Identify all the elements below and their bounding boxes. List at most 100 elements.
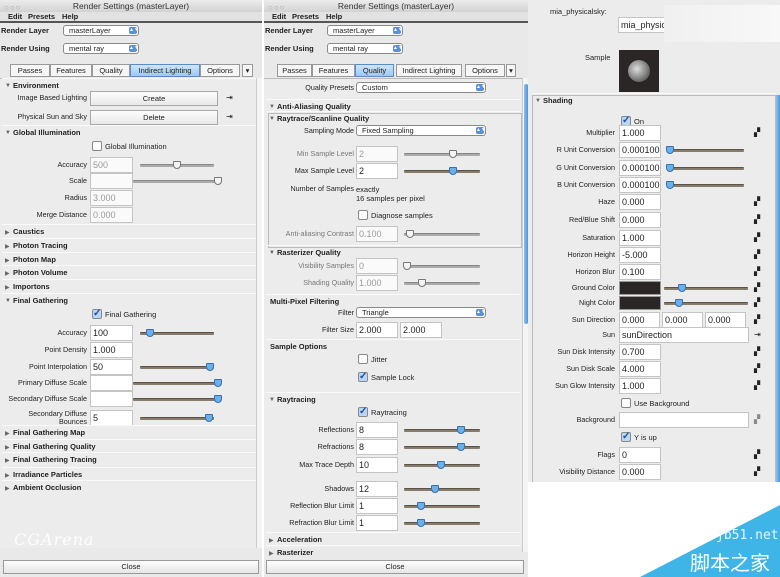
section-photon-tracing[interactable]: Photon Tracing (13, 241, 68, 250)
use-background-checkbox-label[interactable]: Use Background (634, 399, 689, 408)
secondary-diffuse-bounces-field[interactable]: 5 (90, 410, 133, 426)
raytracing-checkbox[interactable]: ✓ (358, 407, 368, 417)
menu-help[interactable]: Help (326, 12, 342, 22)
shading-quality-field[interactable]: 1.000 (356, 275, 398, 291)
expanded-arrow-icon[interactable]: ▼ (5, 83, 11, 89)
collapsed-arrow-icon[interactable]: ▶ (5, 270, 10, 277)
expanded-arrow-icon[interactable]: ▼ (269, 250, 275, 256)
map-texture-icon[interactable]: ▞ (754, 382, 760, 390)
render-using-dropdown[interactable]: mental ray ▲▼ (63, 43, 139, 54)
collapsed-arrow-icon[interactable]: ▶ (5, 472, 10, 479)
shadows-slider-track[interactable] (404, 488, 480, 491)
max-sample-level-field[interactable]: 2 (356, 163, 398, 179)
section-anti-aliasing-quality[interactable]: Anti-Aliasing Quality (277, 102, 351, 111)
refractions-slider-track[interactable] (404, 446, 480, 449)
render-using-dropdown[interactable]: mental ray ▲▼ (327, 43, 403, 54)
secondary-diffuse-bounces-slider-track[interactable] (140, 417, 214, 420)
horizon-height-field[interactable]: -5.000 (619, 247, 661, 263)
section-rasterizer-quality[interactable]: Rasterizer Quality (277, 248, 341, 257)
tab-features[interactable]: Features (312, 64, 355, 77)
tab-overflow-button[interactable]: ▾ (242, 64, 253, 77)
final-gathering-checkbox-label[interactable]: Final Gathering (105, 310, 156, 319)
tab-quality[interactable]: Quality (355, 64, 394, 77)
scale-slider-track[interactable] (133, 180, 218, 183)
sun-direction-field-1[interactable]: 0.000 (619, 312, 660, 328)
reflections-slider-track[interactable] (404, 429, 480, 432)
expanded-arrow-icon[interactable]: ▼ (269, 397, 275, 403)
accuracy-field[interactable]: 500 (90, 157, 133, 173)
collapsed-arrow-icon[interactable]: ▶ (5, 284, 10, 291)
collapsed-arrow-icon[interactable]: ▶ (269, 550, 274, 557)
menu-edit[interactable]: Edit (272, 12, 286, 22)
scale-field[interactable] (90, 173, 133, 189)
accuracy-slider-thumb[interactable] (145, 329, 154, 337)
visibility-samples-slider-track[interactable] (404, 265, 480, 268)
section-photon-map[interactable]: Photon Map (13, 255, 56, 264)
tab-passes[interactable]: Passes (10, 64, 50, 77)
section-final-gathering[interactable]: Final Gathering (13, 296, 68, 305)
menu-edit[interactable]: Edit (8, 12, 22, 22)
section-final-gathering-map[interactable]: Final Gathering Map (13, 428, 85, 437)
refractions-slider-thumb[interactable] (457, 443, 465, 451)
global-illumination-checkbox-label[interactable]: Global Illumination (105, 142, 167, 151)
b-unit-conversion-field[interactable]: 0.000100 (619, 177, 661, 193)
collapsed-arrow-icon[interactable]: ▶ (5, 444, 10, 451)
secondary-diffuse-scale-slider-thumb[interactable] (214, 395, 222, 403)
section-global-illumination[interactable]: Global Illumination (13, 128, 81, 137)
section-raytracing[interactable]: Raytracing (277, 395, 316, 404)
accuracy-slider-thumb[interactable] (173, 161, 181, 169)
secondary-diffuse-bounces-slider-thumb[interactable] (204, 414, 213, 422)
anti-aliasing-contrast-slider-track[interactable] (404, 233, 480, 236)
diagnose-samples-checkbox-label[interactable]: Diagnose samples (371, 211, 433, 220)
map-texture-icon[interactable]: ▞ (754, 129, 760, 137)
tab-options[interactable]: Options (465, 64, 505, 77)
sun-disk-intensity-field[interactable]: 0.700 (619, 344, 661, 360)
night-color-swatch[interactable] (619, 296, 661, 310)
saturation-field[interactable]: 1.000 (619, 230, 661, 246)
jitter-checkbox[interactable] (358, 354, 368, 364)
expanded-arrow-icon[interactable]: ▼ (269, 104, 275, 110)
expanded-arrow-icon[interactable]: ▼ (5, 298, 11, 304)
map-texture-icon[interactable]: ▞ (754, 234, 760, 242)
map-texture-icon[interactable]: ▞ (754, 468, 760, 476)
red-blue-shift-field[interactable]: 0.000 (619, 212, 661, 228)
collapsed-arrow-icon[interactable]: ▶ (5, 229, 10, 236)
collapsed-arrow-icon[interactable]: ▶ (5, 457, 10, 464)
refraction-blur-limit-field[interactable]: 1 (356, 515, 398, 531)
tab-indirect-lighting[interactable]: Indirect Lighting (396, 64, 462, 77)
primary-diffuse-scale-field[interactable] (90, 375, 133, 391)
section-final-gathering-tracing[interactable]: Final Gathering Tracing (13, 455, 97, 464)
b-unit-conversion-slider-track[interactable] (668, 184, 744, 187)
map-texture-icon[interactable]: ▞ (754, 216, 760, 224)
global-illumination-checkbox[interactable] (92, 141, 102, 151)
filter-size-field-1[interactable]: 2.000 (356, 322, 398, 338)
map-texture-icon[interactable]: ▞ (754, 316, 760, 324)
expanded-arrow-icon[interactable]: ▼ (535, 98, 541, 104)
physical-sun-and-sky-delete-button[interactable]: Delete (90, 110, 218, 125)
max-sample-level-slider-track[interactable] (404, 170, 480, 173)
tab-quality[interactable]: Quality (92, 64, 130, 77)
final-gathering-checkbox[interactable]: ✓ (92, 309, 102, 319)
use-background-checkbox[interactable] (621, 398, 631, 408)
close-button[interactable]: Close (3, 560, 259, 574)
reflection-blur-limit-field[interactable]: 1 (356, 498, 398, 514)
expanded-arrow-icon[interactable]: ▼ (5, 130, 11, 136)
section-multi-pixel-filtering[interactable]: Multi-Pixel Filtering (270, 297, 339, 306)
point-density-field[interactable]: 1.000 (90, 342, 133, 358)
refractions-field[interactable]: 8 (356, 439, 398, 455)
flags-field[interactable]: 0 (619, 447, 661, 463)
map-texture-icon[interactable]: ▞ (754, 348, 760, 356)
point-interpolation-slider-track[interactable] (140, 366, 214, 369)
g-unit-conversion-field[interactable]: 0.000100 (619, 160, 661, 176)
map-texture-icon[interactable]: ▞ (754, 451, 760, 459)
section-acceleration[interactable]: Acceleration (277, 535, 322, 544)
multiplier-field[interactable]: 1.000 (619, 125, 661, 141)
diagnose-samples-checkbox[interactable] (358, 210, 368, 220)
filter-dropdown[interactable]: Triangle ▲▼ (356, 307, 486, 318)
primary-diffuse-scale-slider-thumb[interactable] (214, 379, 222, 387)
section-sample-options[interactable]: Sample Options (270, 342, 327, 351)
render-layer-dropdown[interactable]: masterLayer ▲▼ (327, 25, 403, 36)
collapsed-arrow-icon[interactable]: ▶ (5, 243, 10, 250)
map-texture-icon[interactable]: ▞ (754, 268, 760, 276)
sample-lock-checkbox-label[interactable]: Sample Lock (371, 373, 414, 382)
